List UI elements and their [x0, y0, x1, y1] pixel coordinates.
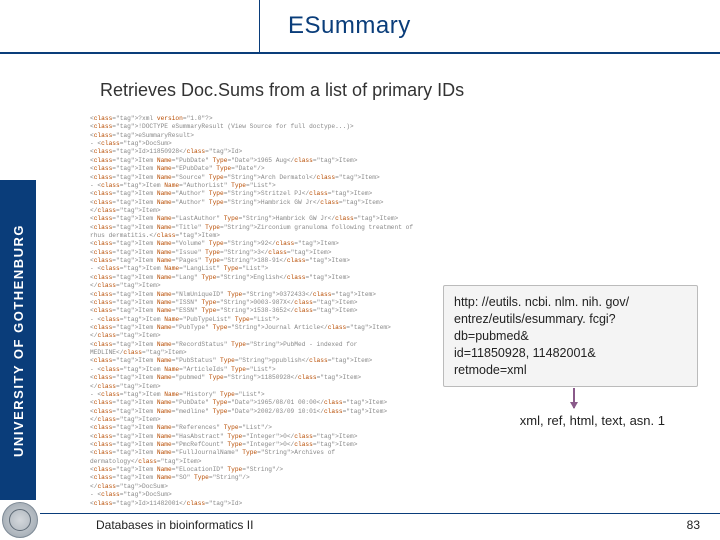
page-title: ESummary	[288, 12, 411, 40]
org-sidebar: UNIVERSITY OF GOTHENBURG	[0, 180, 36, 500]
slide: ESummary Retrieves Doc.Sums from a list …	[0, 0, 720, 540]
footer-label: Databases in bioinformatics II	[96, 518, 253, 532]
university-seal-icon	[2, 502, 38, 538]
footer-divider	[40, 513, 720, 514]
url-line-4: id=11850928, 11482001&	[454, 345, 687, 362]
url-line-5: retmode=xml	[454, 362, 687, 379]
formats-list: xml, ref, html, text, asn. 1	[520, 413, 665, 428]
url-line-3: db=pubmed&	[454, 328, 687, 345]
subtitle: Retrieves Doc.Sums from a list of primar…	[100, 80, 464, 101]
slide-header: ESummary	[0, 0, 720, 54]
url-line-1: http: //eutils. ncbi. nlm. nih. gov/	[454, 294, 687, 311]
url-callout: http: //eutils. ncbi. nlm. nih. gov/ ent…	[443, 285, 698, 387]
arrow-down-icon	[573, 388, 575, 408]
url-line-2: entrez/eutils/esummary. fcgi?	[454, 311, 687, 328]
xml-sample: <class="tag">?xml version="1.0"?><class=…	[90, 115, 430, 508]
header-spacer	[0, 0, 260, 52]
org-name: UNIVERSITY OF GOTHENBURG	[11, 224, 26, 457]
page-number: 83	[687, 518, 700, 532]
header-title-wrap: ESummary	[260, 0, 720, 52]
